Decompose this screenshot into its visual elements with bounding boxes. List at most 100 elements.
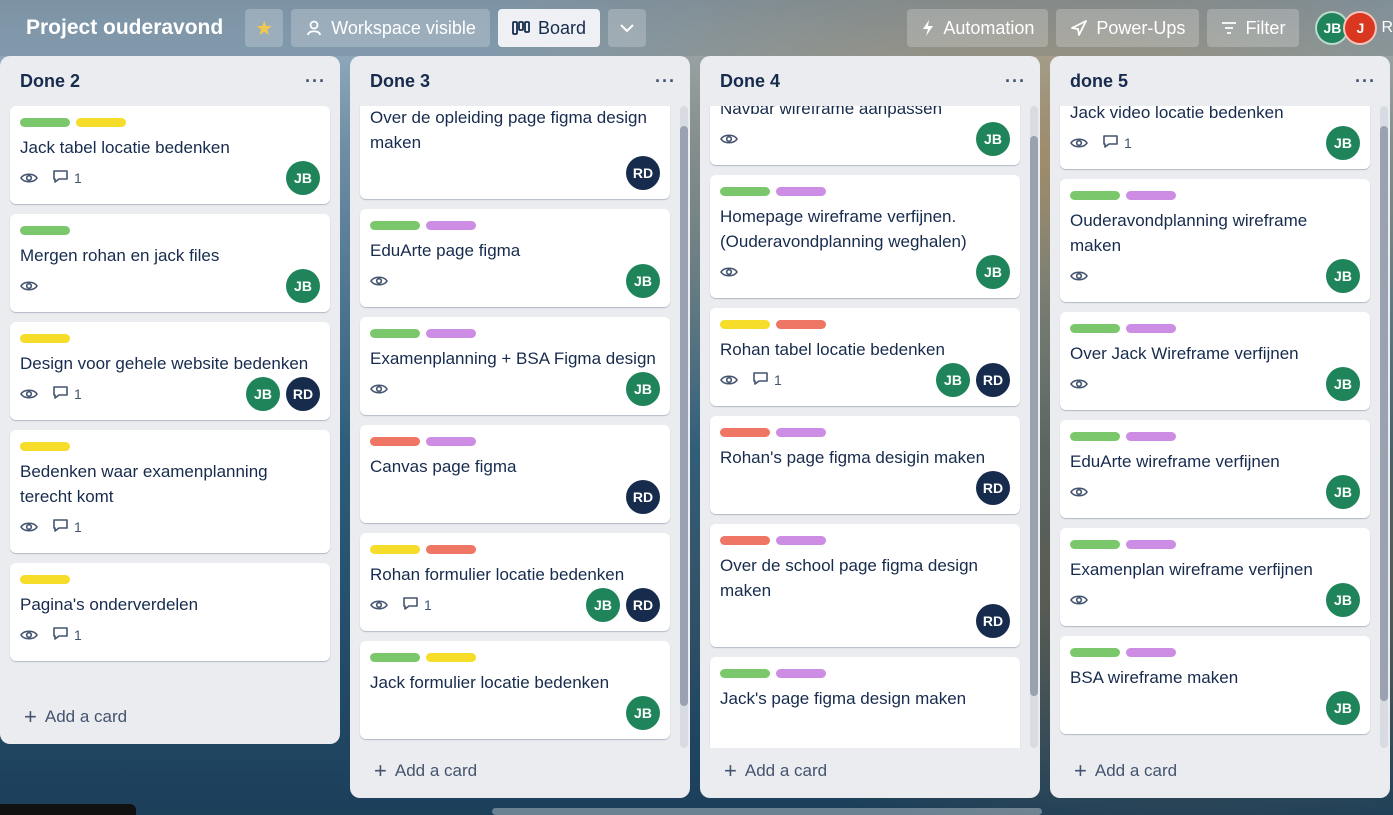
label-red[interactable] [776, 320, 826, 329]
label-purple[interactable] [776, 669, 826, 678]
member-avatar[interactable]: RD [976, 471, 1010, 505]
card[interactable]: Over Jack Wireframe verfijnen JB [1060, 312, 1370, 410]
label-purple[interactable] [776, 536, 826, 545]
label-purple[interactable] [1126, 648, 1176, 657]
powerups-button[interactable]: Power-Ups [1056, 9, 1200, 47]
list-title[interactable]: done 5 [1070, 71, 1128, 92]
board-title[interactable]: Project ouderavond [16, 10, 233, 46]
list-menu-icon[interactable]: ··· [655, 71, 676, 92]
member-avatar[interactable]: JB [626, 372, 660, 406]
label-green[interactable] [370, 221, 420, 230]
member-avatar[interactable]: RD [286, 377, 320, 411]
list-scrollbar[interactable] [680, 106, 688, 748]
label-green[interactable] [1070, 432, 1120, 441]
card[interactable]: Rohan tabel locatie bedenken 1 JB RD [710, 308, 1020, 406]
label-yellow[interactable] [20, 334, 70, 343]
card[interactable]: Ouderavondplanning wireframe maken JB [1060, 179, 1370, 302]
list-menu-icon[interactable]: ··· [1005, 71, 1026, 92]
card[interactable]: Jack's page figma design maken [710, 657, 1020, 748]
card[interactable]: Pagina's onderverdelen 1 [10, 563, 330, 661]
view-switcher-button[interactable] [607, 9, 646, 47]
member-avatar[interactable]: JB [1326, 259, 1360, 293]
list-menu-icon[interactable]: ··· [1355, 71, 1376, 92]
add-card-button[interactable]: + Add a card [1050, 748, 1390, 794]
visibility-button[interactable]: Workspace visible [291, 9, 490, 47]
label-red[interactable] [720, 536, 770, 545]
member-avatar[interactable]: RD [976, 363, 1010, 397]
label-yellow[interactable] [20, 575, 70, 584]
label-purple[interactable] [776, 187, 826, 196]
member-avatar[interactable]: JB [1326, 583, 1360, 617]
list-scrollbar-thumb[interactable] [680, 126, 688, 706]
card[interactable]: Over de school page figma design maken RD [710, 524, 1020, 647]
label-yellow[interactable] [20, 442, 70, 451]
view-board-button[interactable]: Board [497, 9, 600, 47]
label-green[interactable] [1070, 540, 1120, 549]
member-avatar[interactable]: JB [626, 696, 660, 730]
card[interactable]: Rohan's page figma desigin maken RD [710, 416, 1020, 514]
label-yellow[interactable] [370, 545, 420, 554]
list-title[interactable]: Done 4 [720, 71, 780, 92]
label-yellow[interactable] [76, 118, 126, 127]
member-avatar[interactable]: JB [1326, 475, 1360, 509]
member-avatar[interactable]: JB [586, 588, 620, 622]
member-avatar[interactable]: JB [976, 255, 1010, 289]
member-avatar[interactable]: JB [976, 122, 1010, 156]
label-green[interactable] [1070, 324, 1120, 333]
card[interactable]: Mergen rohan en jack files JB [10, 214, 330, 312]
label-green[interactable] [20, 226, 70, 235]
automation-button[interactable]: Automation [907, 9, 1049, 47]
label-purple[interactable] [426, 221, 476, 230]
list-menu-icon[interactable]: ··· [305, 71, 326, 92]
label-green[interactable] [1070, 648, 1120, 657]
label-purple[interactable] [776, 428, 826, 437]
filter-button[interactable]: Filter [1207, 9, 1300, 47]
card[interactable]: Rohan formulier locatie bedenken 1 JB RD [360, 533, 670, 631]
label-purple[interactable] [426, 437, 476, 446]
member-avatar[interactable]: JB [286, 161, 320, 195]
card[interactable]: BSA wireframe maken JB [1060, 636, 1370, 734]
card[interactable]: Navbar wireframe aanpassen JB [710, 106, 1020, 165]
label-purple[interactable] [1126, 191, 1176, 200]
add-card-button[interactable]: + Add a card [350, 748, 690, 794]
label-purple[interactable] [1126, 432, 1176, 441]
member-avatar[interactable]: JB [1326, 691, 1360, 725]
member-avatar[interactable]: JB [1326, 126, 1360, 160]
member-avatar[interactable]: RD [976, 604, 1010, 638]
card[interactable]: Over de opleiding page figma design make… [360, 106, 670, 199]
card[interactable]: Jack tabel locatie bedenken 1 JB [10, 106, 330, 204]
list-scrollbar-thumb[interactable] [1380, 126, 1388, 701]
label-green[interactable] [720, 187, 770, 196]
list-scrollbar[interactable] [1030, 106, 1038, 748]
label-red[interactable] [720, 428, 770, 437]
label-red[interactable] [370, 437, 420, 446]
add-card-button[interactable]: + Add a card [700, 748, 1040, 794]
member-avatar[interactable]: RD [626, 480, 660, 514]
add-card-button[interactable]: + Add a card [0, 694, 340, 740]
card[interactable]: Examenplan wireframe verfijnen JB [1060, 528, 1370, 626]
label-green[interactable] [20, 118, 70, 127]
label-green[interactable] [370, 653, 420, 662]
star-board-button[interactable]: ★ [245, 9, 284, 47]
card[interactable]: Design voor gehele website bedenken 1 JB RD [10, 322, 330, 420]
list-scrollbar[interactable] [1380, 106, 1388, 748]
label-green[interactable] [1070, 191, 1120, 200]
label-green[interactable] [720, 669, 770, 678]
card[interactable]: EduArte page figma JB [360, 209, 670, 307]
member-avatar[interactable]: J [1343, 11, 1378, 45]
card[interactable]: EduArte wireframe verfijnen JB [1060, 420, 1370, 518]
list-scrollbar-thumb[interactable] [1030, 136, 1038, 696]
member-avatar[interactable]: RD [626, 156, 660, 190]
list-title[interactable]: Done 2 [20, 71, 80, 92]
member-avatar[interactable]: JB [936, 363, 970, 397]
label-yellow[interactable] [426, 653, 476, 662]
member-avatar[interactable]: JB [626, 264, 660, 298]
label-green[interactable] [370, 329, 420, 338]
member-avatar[interactable]: RD [626, 588, 660, 622]
label-purple[interactable] [1126, 540, 1176, 549]
member-avatar[interactable]: JB [246, 377, 280, 411]
card[interactable]: Jack video locatie bedenken 1 JB [1060, 106, 1370, 169]
member-avatar[interactable]: JB [286, 269, 320, 303]
label-purple[interactable] [1126, 324, 1176, 333]
label-yellow[interactable] [720, 320, 770, 329]
